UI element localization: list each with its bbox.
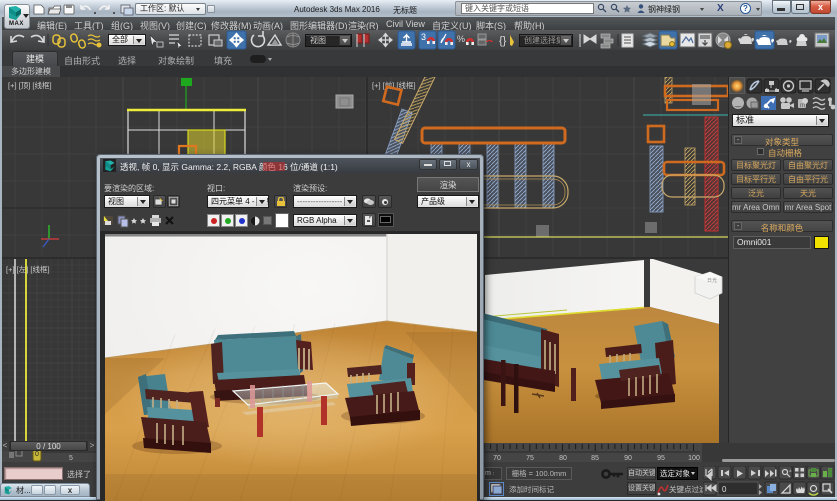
svg-text:85: 85: [591, 455, 599, 462]
svg-text:3: 3: [421, 32, 426, 42]
svg-text:0: 0: [35, 451, 39, 458]
svg-text:75: 75: [526, 455, 534, 462]
svg-text:100: 100: [688, 455, 700, 462]
svg-text:80: 80: [559, 455, 567, 462]
svg-text:m: m: [800, 103, 805, 109]
svg-text:0: 0: [722, 485, 727, 494]
svg-text:日光: 日光: [707, 277, 717, 284]
svg-text:%: %: [457, 34, 465, 44]
svg-text:70: 70: [493, 455, 501, 462]
svg-text:{}: {}: [499, 35, 507, 47]
svg-text:5: 5: [69, 455, 73, 462]
svg-text:[+] [顶] [线框]: [+] [顶] [线框]: [8, 80, 52, 90]
svg-text:90: 90: [624, 455, 632, 462]
svg-text:[+] [左] [线框]: [+] [左] [线框]: [6, 264, 50, 274]
svg-text:95: 95: [657, 455, 665, 462]
